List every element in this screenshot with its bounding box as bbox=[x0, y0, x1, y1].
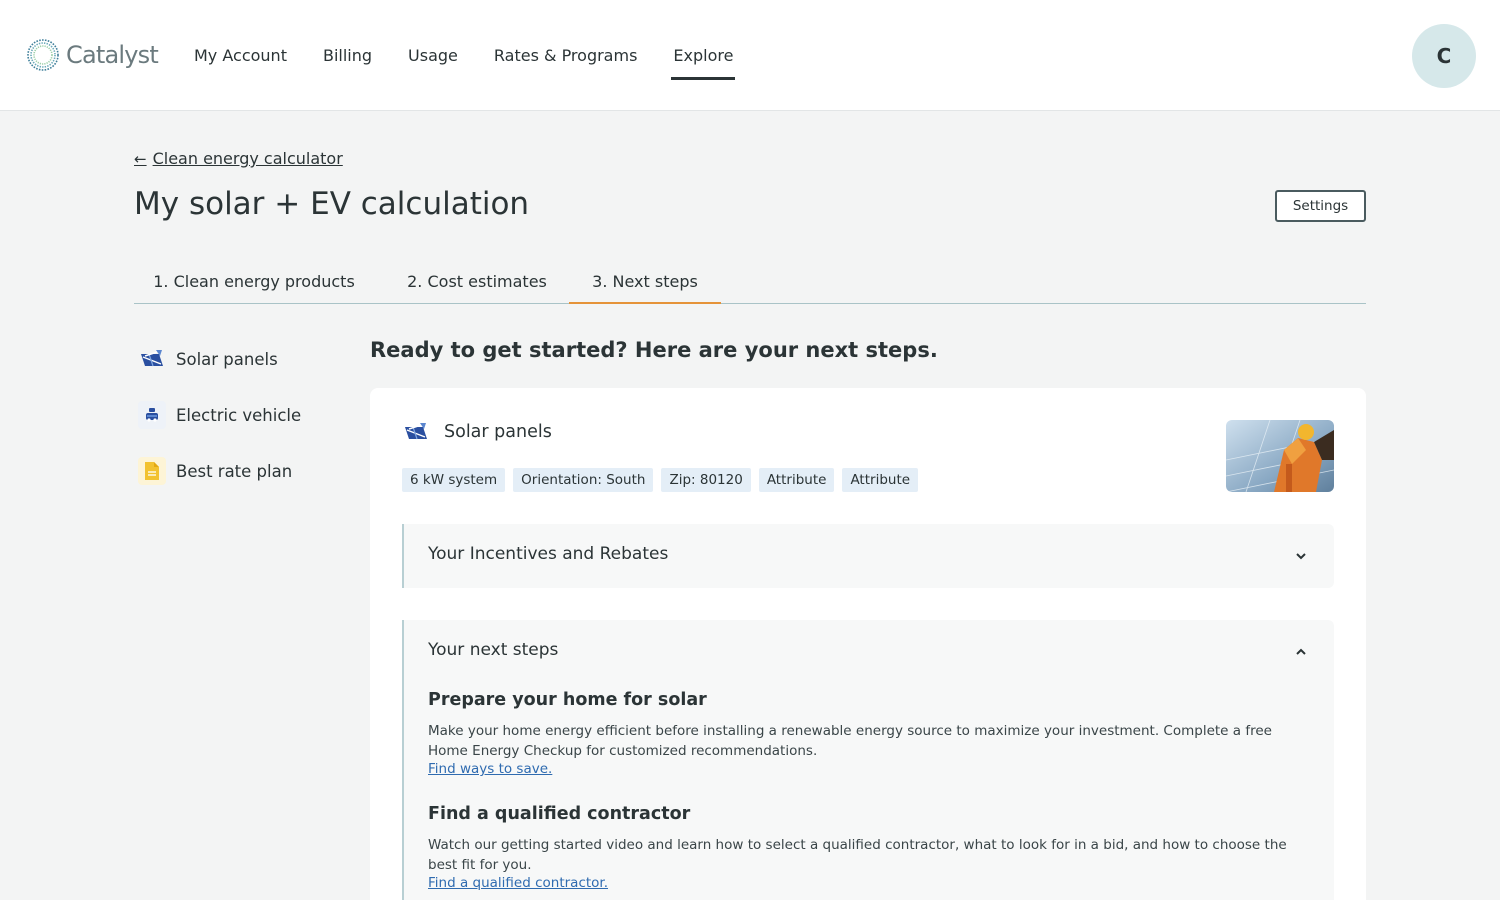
settings-button[interactable]: Settings bbox=[1275, 190, 1366, 222]
top-navigation-bar: Catalyst My Account Billing Usage Rates … bbox=[0, 0, 1500, 111]
next-steps-accordion: Your next steps Prepare your home for so… bbox=[402, 620, 1334, 900]
sidebar-item-label: Solar panels bbox=[176, 349, 278, 369]
step-tabs: 1. Clean energy products 2. Cost estimat… bbox=[134, 262, 1366, 304]
brand-name: Catalyst bbox=[66, 41, 159, 69]
chevron-down-icon bbox=[1296, 553, 1306, 560]
sidebar-item-solar-panels[interactable]: Solar panels bbox=[138, 345, 278, 373]
tag-attribute: Attribute bbox=[758, 468, 835, 492]
incentives-accordion[interactable]: Your Incentives and Rebates bbox=[402, 524, 1334, 588]
logo-mark-icon bbox=[27, 39, 59, 71]
solar-panels-card: Solar panels 6 kW system Orientation: So… bbox=[370, 388, 1366, 900]
nav-usage[interactable]: Usage bbox=[390, 0, 476, 111]
catalyst-logo[interactable]: Catalyst bbox=[26, 38, 159, 72]
tag-attribute: Attribute bbox=[842, 468, 919, 492]
tab-clean-energy-products[interactable]: 1. Clean energy products bbox=[134, 262, 374, 304]
user-avatar[interactable]: C bbox=[1412, 24, 1476, 88]
step-title: Prepare your home for solar bbox=[428, 690, 707, 710]
step-description: Watch our getting started video and lear… bbox=[428, 837, 1287, 873]
sidebar-item-label: Electric vehicle bbox=[176, 405, 302, 425]
attribute-tags: 6 kW system Orientation: South Zip: 8012… bbox=[402, 468, 926, 492]
tab-next-steps[interactable]: 3. Next steps bbox=[569, 262, 721, 304]
tag-orientation: Orientation: South bbox=[513, 468, 654, 492]
back-link-label: Clean energy calculator bbox=[152, 149, 343, 168]
chevron-up-icon[interactable] bbox=[1294, 645, 1308, 659]
sidebar-item-best-rate-plan[interactable]: Best rate plan bbox=[138, 457, 292, 485]
solar-panel-icon bbox=[138, 345, 166, 373]
nav-billing[interactable]: Billing bbox=[305, 0, 390, 111]
car-icon bbox=[138, 401, 166, 429]
nav-explore[interactable]: Explore bbox=[655, 0, 751, 111]
card-title: Solar panels bbox=[402, 418, 552, 446]
next-steps-accordion-title[interactable]: Your next steps bbox=[428, 640, 558, 660]
tag-zip: Zip: 80120 bbox=[661, 468, 751, 492]
sidebar-item-electric-vehicle[interactable]: Electric vehicle bbox=[138, 401, 301, 429]
next-steps-heading: Ready to get started? Here are your next… bbox=[370, 338, 938, 362]
tag-system-size: 6 kW system bbox=[402, 468, 506, 492]
solar-installer-photo bbox=[1226, 420, 1334, 492]
nav-rates-programs[interactable]: Rates & Programs bbox=[476, 0, 656, 111]
find-qualified-contractor-link[interactable]: Find a qualified contractor. bbox=[428, 875, 608, 891]
step-title: Find a qualified contractor bbox=[428, 804, 691, 824]
find-ways-to-save-link[interactable]: Find ways to save. bbox=[428, 761, 552, 777]
incentives-accordion-title: Your Incentives and Rebates bbox=[428, 544, 669, 564]
arrow-left-icon: ← bbox=[134, 149, 147, 168]
tab-cost-estimates[interactable]: 2. Cost estimates bbox=[382, 262, 572, 304]
main-nav: My Account Billing Usage Rates & Program… bbox=[176, 0, 751, 111]
page-title: My solar + EV calculation bbox=[134, 186, 530, 222]
step-description: Make your home energy efficient before i… bbox=[428, 723, 1272, 759]
sidebar-item-label: Best rate plan bbox=[176, 461, 293, 481]
back-link[interactable]: ← Clean energy calculator bbox=[134, 149, 343, 168]
card-title-label: Solar panels bbox=[444, 422, 552, 442]
nav-my-account[interactable]: My Account bbox=[176, 0, 305, 111]
document-icon bbox=[138, 457, 166, 485]
solar-panel-icon bbox=[402, 418, 430, 446]
